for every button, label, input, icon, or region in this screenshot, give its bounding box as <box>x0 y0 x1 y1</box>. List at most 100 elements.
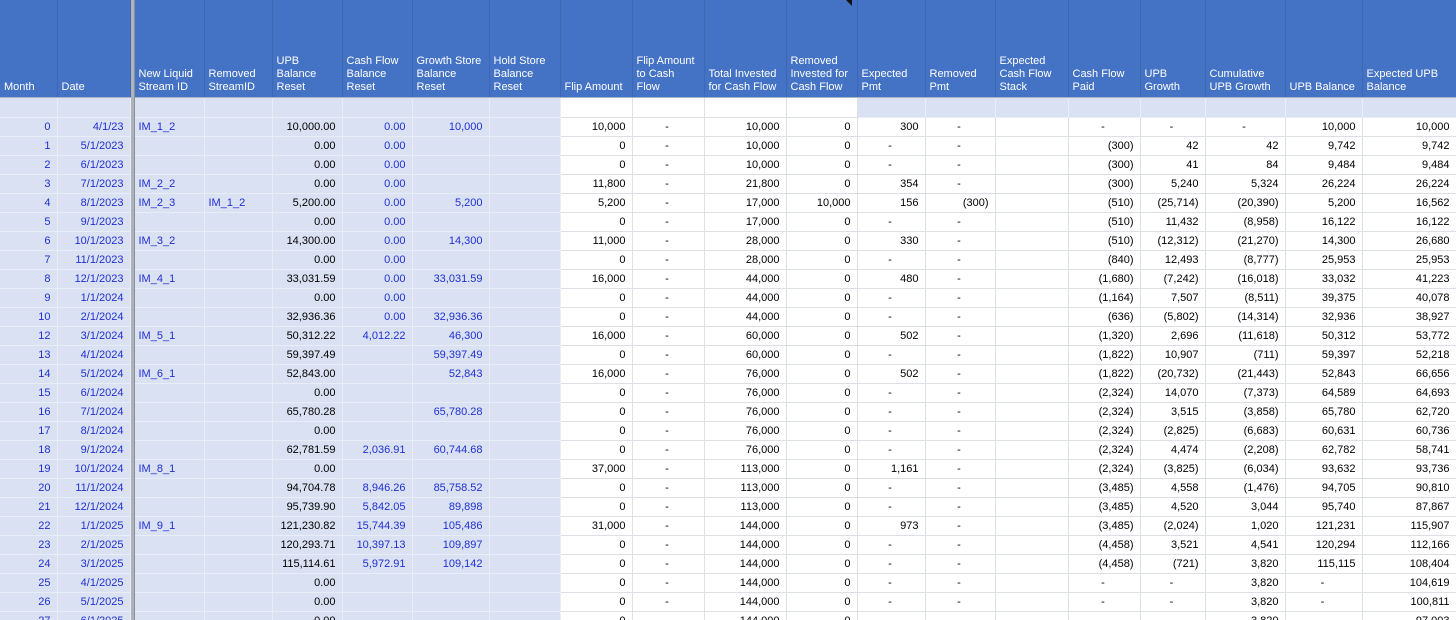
sheet-cell[interactable]: - <box>1285 611 1363 620</box>
sheet-cell[interactable]: - <box>857 440 926 460</box>
sheet-cell[interactable] <box>342 592 413 612</box>
sheet-cell[interactable]: - <box>857 592 926 612</box>
sheet-cell[interactable] <box>995 326 1069 346</box>
sheet-cell[interactable]: 1 <box>0 136 58 156</box>
sheet-cell[interactable]: 4,520 <box>1140 497 1206 517</box>
sheet-cell[interactable]: 7/1/2023 <box>57 174 131 194</box>
sheet-cell[interactable]: 0 <box>786 288 858 308</box>
sheet-cell[interactable]: (25,714) <box>1140 193 1206 213</box>
sheet-cell[interactable]: (21,270) <box>1205 231 1286 251</box>
sheet-cell[interactable]: 8 <box>0 269 58 289</box>
sheet-cell[interactable]: 12/1/2023 <box>57 269 131 289</box>
sheet-cell[interactable] <box>489 250 561 270</box>
sheet-cell[interactable]: 25 <box>0 573 58 593</box>
sheet-cell[interactable]: - <box>632 250 705 270</box>
sheet-cell[interactable]: 0 <box>786 421 858 441</box>
sheet-cell[interactable]: 109,897 <box>412 535 490 555</box>
sheet-cell[interactable] <box>204 383 273 403</box>
sheet-cell[interactable]: 0.00 <box>342 174 413 194</box>
sheet-cell[interactable]: - <box>925 478 996 498</box>
sheet-cell[interactable]: 0.00 <box>272 212 343 232</box>
sheet-cell[interactable] <box>134 592 205 612</box>
sheet-cell[interactable]: - <box>1285 592 1363 612</box>
sheet-cell[interactable]: 28,000 <box>704 250 787 270</box>
sheet-cell[interactable]: 9/1/2023 <box>57 212 131 232</box>
column-header-expected-upb-balance[interactable]: Expected UPB Balance <box>1362 0 1456 98</box>
sheet-cell[interactable] <box>489 345 561 365</box>
sheet-cell[interactable] <box>412 383 490 403</box>
sheet-cell[interactable]: - <box>1205 117 1286 137</box>
sheet-cell[interactable] <box>204 250 273 270</box>
sheet-cell[interactable]: - <box>857 573 926 593</box>
sheet-cell[interactable]: - <box>925 440 996 460</box>
sheet-cell[interactable]: 502 <box>857 326 926 346</box>
column-header-growth-store-balance-reset[interactable]: Growth Store Balance Reset <box>412 0 490 98</box>
sheet-cell[interactable] <box>632 97 705 118</box>
sheet-cell[interactable]: 0 <box>560 554 633 574</box>
sheet-cell[interactable]: 0 <box>560 611 633 620</box>
sheet-cell[interactable]: 44,000 <box>704 288 787 308</box>
sheet-cell[interactable]: 19 <box>0 459 58 479</box>
sheet-cell[interactable] <box>995 307 1069 327</box>
sheet-cell[interactable]: - <box>857 345 926 365</box>
sheet-cell[interactable]: 5,200 <box>560 193 633 213</box>
sheet-cell[interactable]: - <box>857 478 926 498</box>
sheet-cell[interactable]: IM_2_3 <box>134 193 205 213</box>
sheet-cell[interactable]: 0 <box>560 421 633 441</box>
sheet-cell[interactable]: - <box>632 440 705 460</box>
sheet-cell[interactable]: - <box>1068 573 1141 593</box>
sheet-cell[interactable]: 52,843 <box>1285 364 1363 384</box>
sheet-cell[interactable]: 10,000 <box>1285 117 1363 137</box>
sheet-cell[interactable]: IM_9_1 <box>134 516 205 536</box>
sheet-cell[interactable]: - <box>857 155 926 175</box>
sheet-cell[interactable]: 60,631 <box>1285 421 1363 441</box>
sheet-cell[interactable]: 156 <box>857 193 926 213</box>
sheet-cell[interactable]: - <box>632 383 705 403</box>
sheet-cell[interactable] <box>489 440 561 460</box>
sheet-cell[interactable] <box>204 497 273 517</box>
sheet-cell[interactable]: 10,000 <box>560 117 633 137</box>
sheet-cell[interactable] <box>489 478 561 498</box>
sheet-cell[interactable]: 11/1/2023 <box>57 250 131 270</box>
sheet-cell[interactable]: - <box>632 573 705 593</box>
sheet-cell[interactable]: 44,000 <box>704 269 787 289</box>
sheet-cell[interactable]: - <box>632 459 705 479</box>
sheet-cell[interactable] <box>342 611 413 620</box>
sheet-cell[interactable] <box>204 97 273 118</box>
sheet-cell[interactable]: 0.00 <box>272 383 343 403</box>
sheet-cell[interactable]: 120,294 <box>1285 535 1363 555</box>
sheet-cell[interactable]: 502 <box>857 364 926 384</box>
sheet-cell[interactable] <box>134 250 205 270</box>
sheet-cell[interactable]: 12/1/2024 <box>57 497 131 517</box>
sheet-cell[interactable]: 24 <box>0 554 58 574</box>
sheet-cell[interactable]: 17,000 <box>704 212 787 232</box>
sheet-cell[interactable]: 0.00 <box>272 136 343 156</box>
sheet-cell[interactable]: - <box>857 288 926 308</box>
sheet-cell[interactable]: IM_1_2 <box>204 193 273 213</box>
sheet-cell[interactable]: (636) <box>1068 307 1141 327</box>
sheet-cell[interactable]: IM_8_1 <box>134 459 205 479</box>
sheet-cell[interactable]: 42 <box>1140 136 1206 156</box>
sheet-cell[interactable]: 59,397.49 <box>412 345 490 365</box>
sheet-cell[interactable]: (1,320) <box>1068 326 1141 346</box>
sheet-cell[interactable]: 76,000 <box>704 421 787 441</box>
sheet-cell[interactable]: 2 <box>0 155 58 175</box>
sheet-cell[interactable]: IM_1_2 <box>134 117 205 137</box>
sheet-cell[interactable]: 10,907 <box>1140 345 1206 365</box>
sheet-cell[interactable]: - <box>925 554 996 574</box>
sheet-cell[interactable]: - <box>632 117 705 137</box>
sheet-cell[interactable]: 13 <box>0 345 58 365</box>
column-header-expected-cash-flow-stack[interactable]: Expected Cash Flow Stack <box>995 0 1069 98</box>
sheet-cell[interactable]: 28,000 <box>704 231 787 251</box>
column-header-date[interactable]: Date <box>57 0 131 98</box>
sheet-cell[interactable]: 0 <box>786 136 858 156</box>
sheet-cell[interactable] <box>489 592 561 612</box>
sheet-cell[interactable]: 0 <box>560 383 633 403</box>
sheet-cell[interactable]: 0 <box>786 573 858 593</box>
column-header-hold-store-balance-reset[interactable]: Hold Store Balance Reset <box>489 0 561 98</box>
sheet-cell[interactable]: - <box>925 573 996 593</box>
sheet-cell[interactable] <box>134 497 205 517</box>
sheet-cell[interactable]: 3,515 <box>1140 402 1206 422</box>
sheet-cell[interactable]: 0 <box>786 497 858 517</box>
sheet-cell[interactable] <box>0 97 58 118</box>
